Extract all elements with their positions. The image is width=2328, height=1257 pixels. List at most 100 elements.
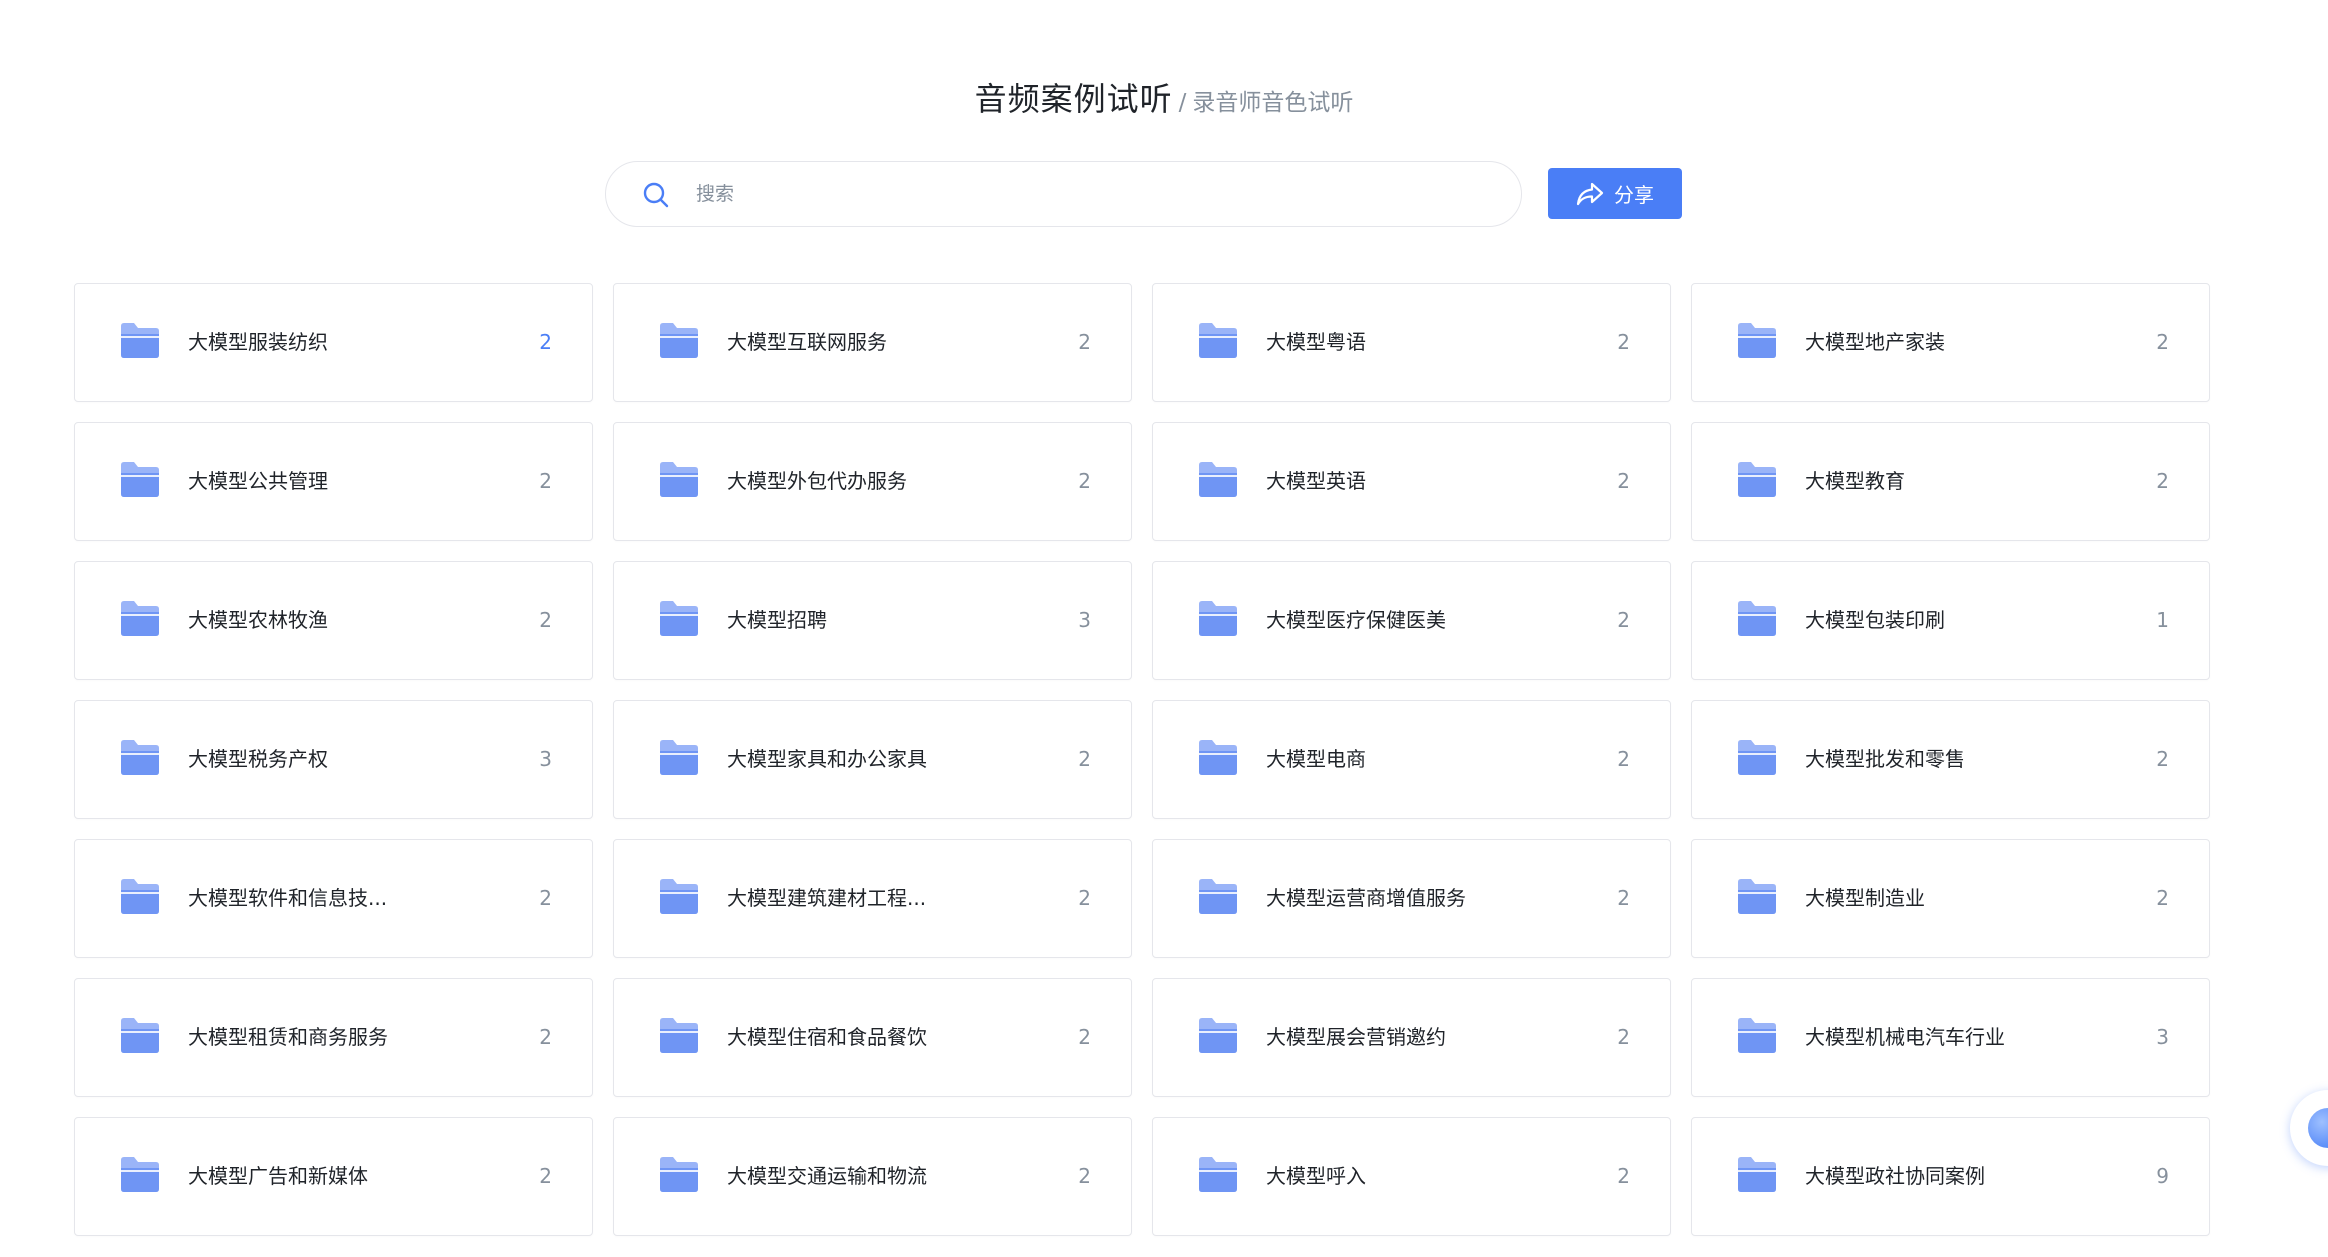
- folder-count: 3: [1078, 608, 1091, 632]
- folder-card[interactable]: 大模型医疗保健医美 2: [1152, 561, 1671, 680]
- folder-count: 2: [1617, 608, 1630, 632]
- folder-card[interactable]: 大模型制造业 2: [1691, 839, 2210, 958]
- search-input[interactable]: [696, 162, 1476, 226]
- folder-card[interactable]: 大模型粤语 2: [1152, 283, 1671, 402]
- folder-count: 2: [1617, 886, 1630, 910]
- folder-icon: [1738, 462, 1776, 497]
- folder-card[interactable]: 大模型政社协同案例 9: [1691, 1117, 2210, 1236]
- folder-grid: 大模型服装纺织 2 大模型互联网服务 2 大模型粤语 2 大模型地产家装 2 大模型公共管理 2 大…: [74, 283, 2210, 1236]
- folder-label: 大模型家具和办公家具: [727, 747, 927, 771]
- audio-demo-page: 音频案例试听/录音师音色试听 分享 大模型服装纺织2大模型互联网服务2大模型粤语…: [0, 0, 2328, 1257]
- share-label: 分享: [1614, 183, 1654, 207]
- folder-icon: [1738, 879, 1776, 914]
- folder-card[interactable]: 大模型批发和零售 2: [1691, 700, 2210, 819]
- folder-card[interactable]: 大模型运营商增值服务 2: [1152, 839, 1671, 958]
- folder-icon: [121, 1157, 159, 1192]
- folder-label: 大模型批发和零售: [1805, 747, 1965, 771]
- folder-icon: [1199, 1157, 1237, 1192]
- folder-label: 大模型呼入: [1266, 1164, 1366, 1188]
- folder-card[interactable]: 大模型外包代办服务 2: [613, 422, 1132, 541]
- folder-label: 大模型政社协同案例: [1805, 1164, 1985, 1188]
- folder-card[interactable]: 大模型展会营销邀约 2: [1152, 978, 1671, 1097]
- folder-count: 3: [539, 747, 552, 771]
- folder-label: 大模型广告和新媒体: [188, 1164, 368, 1188]
- folder-card[interactable]: 大模型税务产权 3: [74, 700, 593, 819]
- folder-count: 2: [2156, 330, 2169, 354]
- folder-icon: [660, 1157, 698, 1192]
- folder-count: 2: [539, 608, 552, 632]
- folder-card[interactable]: 大模型电商 2: [1152, 700, 1671, 819]
- folder-label: 大模型服装纺织: [188, 330, 328, 354]
- folder-label: 大模型外包代办服务: [727, 469, 907, 493]
- folder-card[interactable]: 大模型租赁和商务服务 2: [74, 978, 593, 1097]
- folder-card[interactable]: 大模型公共管理 2: [74, 422, 593, 541]
- folder-card[interactable]: 大模型软件和信息技... 2: [74, 839, 593, 958]
- folder-icon: [1199, 462, 1237, 497]
- folder-label: 大模型教育: [1805, 469, 1905, 493]
- folder-count: 2: [1078, 330, 1091, 354]
- folder-label: 大模型运营商增值服务: [1266, 886, 1466, 910]
- folder-label: 大模型互联网服务: [727, 330, 887, 354]
- folder-icon: [1199, 323, 1237, 358]
- folder-icon: [121, 323, 159, 358]
- folder-card[interactable]: 大模型建筑建材工程... 2: [613, 839, 1132, 958]
- folder-count: 2: [2156, 469, 2169, 493]
- folder-count: 2: [1078, 747, 1091, 771]
- folder-icon: [121, 601, 159, 636]
- folder-count: 2: [539, 330, 552, 354]
- folder-card[interactable]: 大模型教育 2: [1691, 422, 2210, 541]
- folder-icon: [660, 1018, 698, 1053]
- folder-label: 大模型展会营销邀约: [1266, 1025, 1446, 1049]
- folder-icon: [1199, 740, 1237, 775]
- folder-card[interactable]: 大模型机械电汽车行业 3: [1691, 978, 2210, 1097]
- share-icon: [1576, 182, 1604, 205]
- folder-icon: [1738, 323, 1776, 358]
- search-box[interactable]: [605, 161, 1522, 227]
- folder-card[interactable]: 大模型包装印刷 1: [1691, 561, 2210, 680]
- folder-card[interactable]: 大模型交通运输和物流 2: [613, 1117, 1132, 1236]
- folder-icon: [1199, 879, 1237, 914]
- search-icon: [643, 182, 669, 208]
- folder-card[interactable]: 大模型招聘 3: [613, 561, 1132, 680]
- folder-card[interactable]: 大模型住宿和食品餐饮 2: [613, 978, 1132, 1097]
- folder-count: 2: [539, 469, 552, 493]
- folder-icon: [1738, 1157, 1776, 1192]
- folder-label: 大模型农林牧渔: [188, 608, 328, 632]
- folder-count: 2: [539, 886, 552, 910]
- folder-count: 2: [1617, 469, 1630, 493]
- page-title: 音频案例试听: [974, 80, 1173, 118]
- folder-card[interactable]: 大模型家具和办公家具 2: [613, 700, 1132, 819]
- folder-icon: [121, 1018, 159, 1053]
- folder-count: 2: [1078, 886, 1091, 910]
- folder-card[interactable]: 大模型服装纺织 2: [74, 283, 593, 402]
- folder-count: 2: [539, 1164, 552, 1188]
- folder-label: 大模型公共管理: [188, 469, 328, 493]
- folder-icon: [1199, 601, 1237, 636]
- folder-label: 大模型英语: [1266, 469, 1366, 493]
- folder-count: 3: [2156, 1025, 2169, 1049]
- folder-icon: [121, 879, 159, 914]
- folder-count: 2: [1617, 747, 1630, 771]
- folder-count: 2: [2156, 886, 2169, 910]
- folder-card[interactable]: 大模型互联网服务 2: [613, 283, 1132, 402]
- floating-assistant-button[interactable]: [2290, 1090, 2328, 1166]
- folder-count: 2: [539, 1025, 552, 1049]
- folder-card[interactable]: 大模型地产家装 2: [1691, 283, 2210, 402]
- folder-icon: [121, 740, 159, 775]
- folder-label: 大模型招聘: [727, 608, 827, 632]
- folder-count: 2: [1617, 330, 1630, 354]
- folder-label: 大模型交通运输和物流: [727, 1164, 927, 1188]
- folder-card[interactable]: 大模型英语 2: [1152, 422, 1671, 541]
- folder-card[interactable]: 大模型农林牧渔 2: [74, 561, 593, 680]
- folder-label: 大模型建筑建材工程...: [727, 886, 927, 910]
- folder-icon: [660, 740, 698, 775]
- folder-icon: [660, 462, 698, 497]
- folder-icon: [1738, 1018, 1776, 1053]
- share-button[interactable]: 分享: [1548, 168, 1682, 219]
- folder-label: 大模型包装印刷: [1805, 608, 1945, 632]
- folder-card[interactable]: 大模型呼入 2: [1152, 1117, 1671, 1236]
- folder-label: 大模型机械电汽车行业: [1805, 1025, 2005, 1049]
- folder-count: 2: [2156, 747, 2169, 771]
- folder-card[interactable]: 大模型广告和新媒体 2: [74, 1117, 593, 1236]
- folder-label: 大模型制造业: [1805, 886, 1925, 910]
